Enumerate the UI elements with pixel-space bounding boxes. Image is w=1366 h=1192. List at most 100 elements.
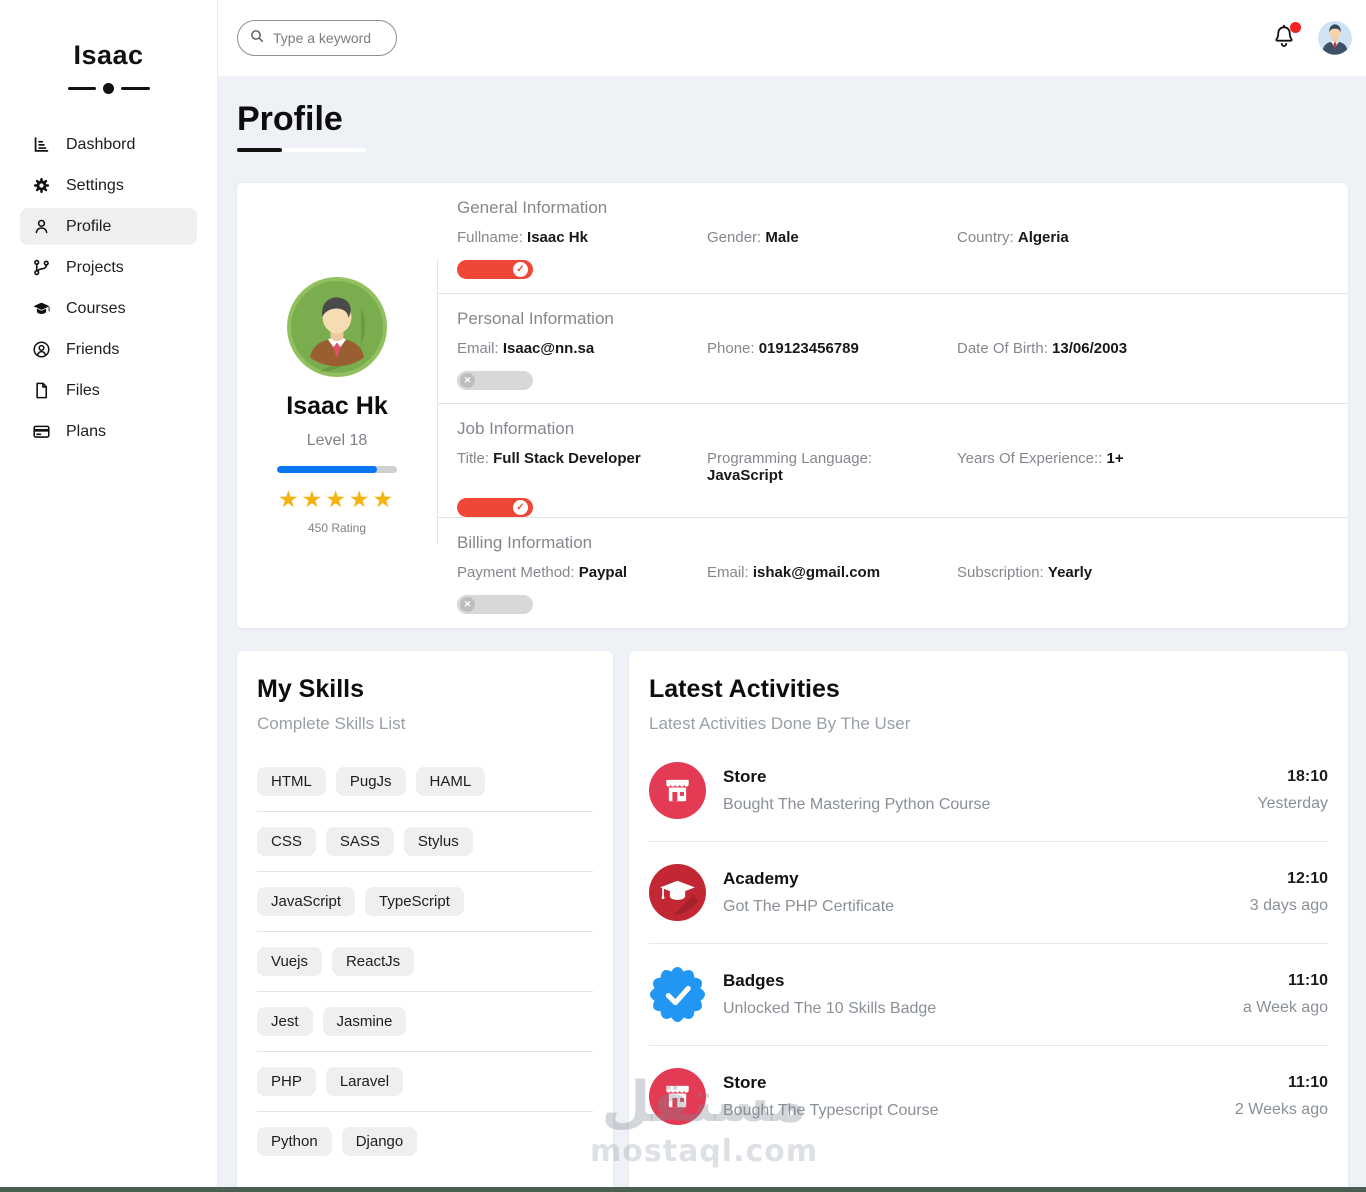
- profile-name: Isaac Hk: [286, 392, 387, 421]
- toggle-general-information[interactable]: ✓: [457, 260, 533, 279]
- toggle-billing-information[interactable]: ✕: [457, 595, 533, 614]
- skill-group: CSS SASS Stylus: [257, 812, 593, 872]
- skill-group: PHP Laravel: [257, 1052, 593, 1112]
- section-billing-information: Billing Information Payment Method: Payp…: [437, 518, 1348, 628]
- skills-title: My Skills: [257, 675, 593, 704]
- skill-chip[interactable]: JavaScript: [257, 887, 355, 916]
- skill-chip[interactable]: CSS: [257, 827, 316, 856]
- sidebar-nav: Dashbord Settings Profile Projects: [0, 126, 217, 450]
- activity-time: 11:10: [1235, 1074, 1328, 1092]
- field-subscription: Subscription: Yearly: [957, 564, 1328, 581]
- app-window: Isaac Dashbord Settings Profile: [0, 0, 1366, 1187]
- activity-item[interactable]: Academy Got The PHP Certificate 12:10 3 …: [649, 842, 1328, 944]
- toggle-job-information[interactable]: ✓: [457, 498, 533, 517]
- sidebar-item-projects[interactable]: Projects: [20, 249, 197, 286]
- skill-chip[interactable]: Vuejs: [257, 947, 322, 976]
- sidebar-item-label: Dashbord: [66, 136, 135, 154]
- store-icon: [649, 762, 706, 819]
- skill-chip[interactable]: Stylus: [404, 827, 473, 856]
- activity-ago: a Week ago: [1243, 999, 1328, 1017]
- skill-chip[interactable]: Jest: [257, 1007, 313, 1036]
- search-box[interactable]: [237, 20, 397, 56]
- topbar: [218, 0, 1366, 76]
- field-fullname: Fullname: Isaac Hk: [457, 229, 707, 246]
- skill-group: Jest Jasmine: [257, 992, 593, 1052]
- skill-chip[interactable]: PHP: [257, 1067, 316, 1096]
- activity-ago: 2 Weeks ago: [1235, 1101, 1328, 1119]
- user-icon: [32, 217, 51, 236]
- sidebar-item-profile[interactable]: Profile: [20, 208, 197, 245]
- sidebar-item-label: Courses: [66, 300, 126, 318]
- sidebar-item-settings[interactable]: Settings: [20, 167, 197, 204]
- git-branch-icon: [32, 258, 51, 277]
- activity-time: 18:10: [1257, 768, 1328, 786]
- activity-title: Store: [723, 1073, 939, 1093]
- skill-group: Vuejs ReactJs: [257, 932, 593, 992]
- field-payment-method: Payment Method: Paypal: [457, 564, 707, 581]
- sidebar-item-courses[interactable]: Courses: [20, 290, 197, 327]
- level-progress-bar: [277, 466, 397, 473]
- skill-chip[interactable]: Python: [257, 1127, 332, 1156]
- x-icon: ✕: [460, 373, 475, 388]
- search-input[interactable]: [273, 30, 385, 46]
- rating-count: 450 Rating: [308, 521, 366, 535]
- sidebar-item-label: Settings: [66, 177, 124, 195]
- skill-chip[interactable]: ReactJs: [332, 947, 414, 976]
- skill-group: HTML PugJs HAML: [257, 752, 593, 812]
- store-icon: [649, 1068, 706, 1125]
- sidebar-item-plans[interactable]: Plans: [20, 413, 197, 450]
- profile-card: Isaac Hk Level 18 ★★★★★ 450 Rating Gener…: [237, 183, 1348, 628]
- section-general-information: General Information Fullname: Isaac Hk G…: [437, 183, 1348, 294]
- my-skills-card: My Skills Complete Skills List HTML PugJ…: [237, 651, 613, 1191]
- sidebar-item-label: Friends: [66, 341, 119, 359]
- activity-description: Got The PHP Certificate: [723, 898, 894, 916]
- activity-title: Academy: [723, 869, 894, 889]
- activity-description: Bought The Mastering Python Course: [723, 796, 990, 814]
- activity-title: Badges: [723, 971, 936, 991]
- vertical-divider: [437, 259, 438, 544]
- star-icon: ★: [302, 486, 326, 512]
- sidebar-item-dashboard[interactable]: Dashbord: [20, 126, 197, 163]
- field-country: Country: Algeria: [957, 229, 1328, 246]
- activity-item[interactable]: Badges Unlocked The 10 Skills Badge 11:1…: [649, 944, 1328, 1046]
- skill-chip[interactable]: Laravel: [326, 1067, 403, 1096]
- field-phone: Phone: 019123456789: [707, 340, 957, 357]
- field-title: Title: Full Stack Developer: [457, 450, 707, 484]
- notifications-bell-icon[interactable]: [1272, 24, 1298, 52]
- star-icon: ★: [349, 486, 373, 512]
- activity-time: 11:10: [1243, 972, 1328, 990]
- activity-description: Bought The Typescript Course: [723, 1102, 939, 1120]
- app-logo: Isaac: [0, 40, 217, 71]
- skill-group: Python Django: [257, 1112, 593, 1171]
- section-heading: General Information: [457, 198, 1328, 218]
- star-icon: ★: [278, 486, 302, 512]
- x-icon: ✕: [460, 597, 475, 612]
- page-title: Profile: [237, 100, 1348, 139]
- activity-item[interactable]: Store Bought The Mastering Python Course…: [649, 740, 1328, 842]
- skill-chip[interactable]: PugJs: [336, 767, 406, 796]
- search-icon: [249, 28, 265, 49]
- dashboard-icon: [32, 135, 51, 154]
- topbar-avatar[interactable]: [1318, 21, 1352, 55]
- section-job-information: Job Information Title: Full Stack Develo…: [437, 404, 1348, 518]
- skill-chip[interactable]: HAML: [416, 767, 486, 796]
- field-date-of-birth: Date Of Birth: 13/06/2003: [957, 340, 1328, 357]
- skill-chip[interactable]: Jasmine: [323, 1007, 407, 1036]
- field-email: Email: Isaac@nn.sa: [457, 340, 707, 357]
- section-heading: Job Information: [457, 419, 1328, 439]
- sidebar-item-friends[interactable]: Friends: [20, 331, 197, 368]
- star-icon: ★: [325, 486, 349, 512]
- skill-chip[interactable]: TypeScript: [365, 887, 464, 916]
- skill-chip[interactable]: HTML: [257, 767, 326, 796]
- skill-chip[interactable]: Django: [342, 1127, 418, 1156]
- activity-item[interactable]: Store Bought The Typescript Course 11:10…: [649, 1046, 1328, 1147]
- skill-chip[interactable]: SASS: [326, 827, 394, 856]
- activity-time: 12:10: [1250, 870, 1328, 888]
- gear-icon: [32, 176, 51, 195]
- bottom-edge-bar: [0, 1187, 1366, 1192]
- activities-subtitle: Latest Activities Done By The User: [649, 714, 1328, 734]
- sidebar-item-files[interactable]: Files: [20, 372, 197, 409]
- toggle-personal-information[interactable]: ✕: [457, 371, 533, 390]
- section-personal-information: Personal Information Email: Isaac@nn.sa …: [437, 294, 1348, 405]
- check-icon: ✓: [513, 262, 528, 277]
